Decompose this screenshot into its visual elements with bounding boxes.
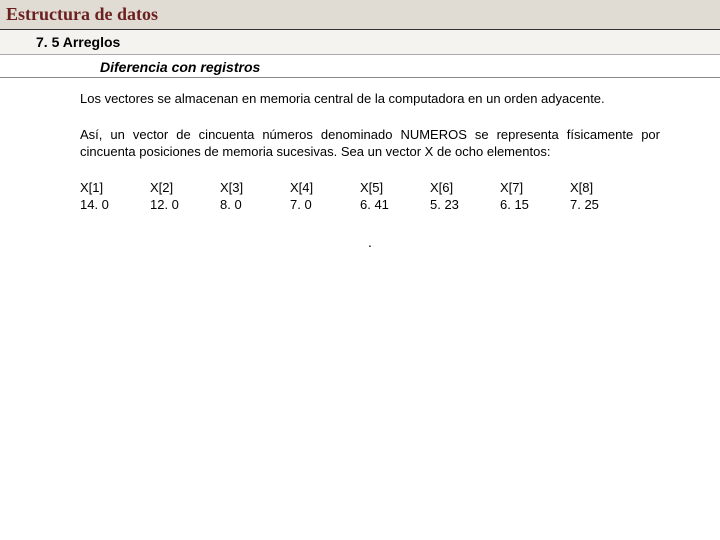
section-heading: 7. 5 Arreglos — [36, 34, 714, 50]
array-label: X[5] — [360, 179, 408, 197]
trailing-dot: . — [80, 234, 660, 250]
array-col: X[4] 7. 0 — [290, 179, 338, 214]
array-label: X[8] — [570, 179, 618, 197]
array-table: X[1] 14. 0 X[2] 12. 0 X[3] 8. 0 X[4] 7. … — [80, 179, 660, 214]
page-title: Estructura de datos — [6, 4, 714, 25]
array-label: X[7] — [500, 179, 548, 197]
array-label: X[1] — [80, 179, 128, 197]
array-value: 5. 23 — [430, 196, 478, 214]
array-label: X[2] — [150, 179, 198, 197]
array-label: X[4] — [290, 179, 338, 197]
array-col: X[2] 12. 0 — [150, 179, 198, 214]
array-value: 12. 0 — [150, 196, 198, 214]
array-value: 8. 0 — [220, 196, 268, 214]
array-label: X[6] — [430, 179, 478, 197]
array-col: X[8] 7. 25 — [570, 179, 618, 214]
array-col: X[3] 8. 0 — [220, 179, 268, 214]
array-value: 6. 15 — [500, 196, 548, 214]
array-col: X[6] 5. 23 — [430, 179, 478, 214]
subsection-bar: Diferencia con registros — [0, 55, 720, 78]
array-col: X[1] 14. 0 — [80, 179, 128, 214]
subsection-heading: Diferencia con registros — [100, 59, 720, 75]
array-value: 7. 25 — [570, 196, 618, 214]
section-bar: 7. 5 Arreglos — [0, 30, 720, 55]
array-value: 14. 0 — [80, 196, 128, 214]
array-col: X[7] 6. 15 — [500, 179, 548, 214]
title-bar: Estructura de datos — [0, 0, 720, 30]
array-value: 6. 41 — [360, 196, 408, 214]
array-value: 7. 0 — [290, 196, 338, 214]
array-label: X[3] — [220, 179, 268, 197]
array-col: X[5] 6. 41 — [360, 179, 408, 214]
paragraph-1: Los vectores se almacenan en memoria cen… — [80, 90, 660, 108]
content-area: Los vectores se almacenan en memoria cen… — [0, 90, 720, 250]
paragraph-2: Así, un vector de cincuenta números deno… — [80, 126, 660, 161]
